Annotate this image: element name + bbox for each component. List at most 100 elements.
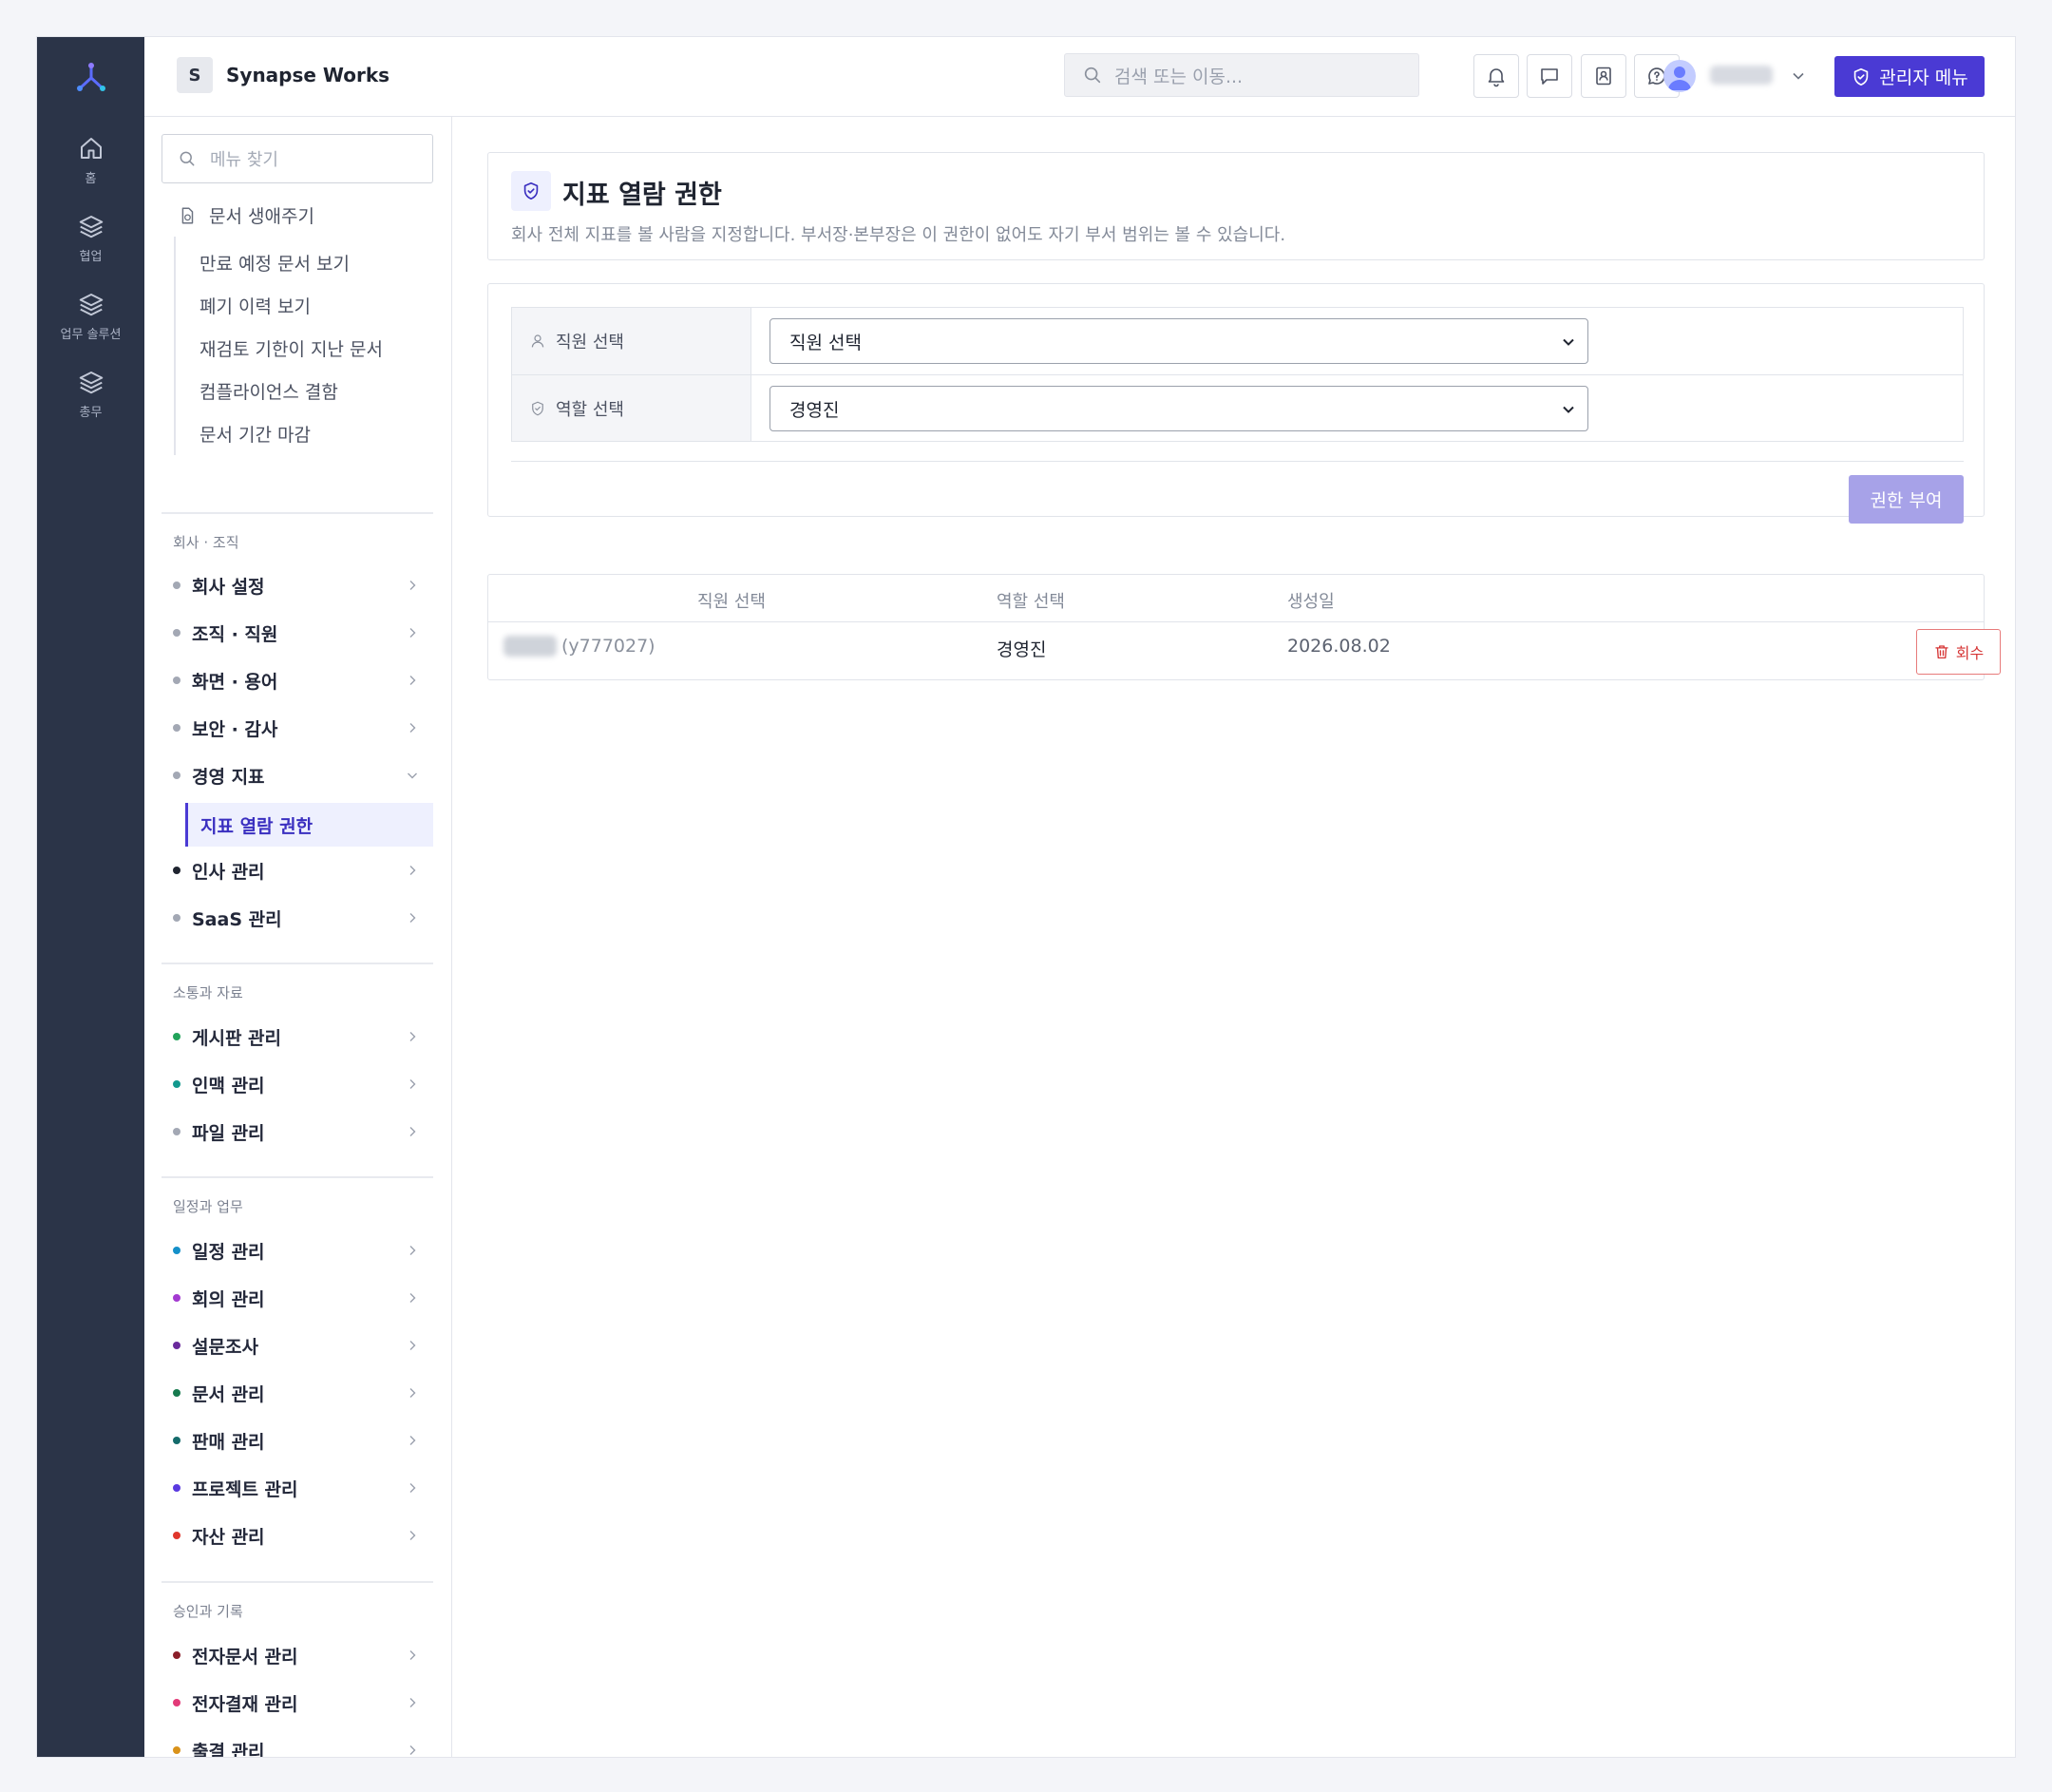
contacts-button[interactable]	[1581, 54, 1626, 98]
submenu-item-overdue-review[interactable]: 재검토 기한이 지난 문서	[200, 335, 383, 361]
user-avatar[interactable]	[1663, 60, 1696, 92]
menu-dot	[173, 1128, 180, 1135]
employee-name-redacted	[504, 636, 557, 657]
app-logo-icon[interactable]	[73, 60, 109, 96]
form-table: 직원 선택 직원 선택 역할 선택 경영진	[511, 307, 1964, 442]
messages-button[interactable]	[1527, 54, 1572, 98]
form-label-role: 역할 선택	[512, 375, 751, 441]
menu-label: 파일 관리	[192, 1122, 265, 1144]
menu-item-meeting-management[interactable]: 회의 관리	[162, 1276, 433, 1320]
notifications-button[interactable]	[1473, 54, 1519, 98]
admin-side-menu: 메뉴 찾기 문서 생애주기 만료 예정 문서 보기 폐기 이력 보기 재검토 기…	[144, 117, 452, 1757]
user-name-redacted[interactable]	[1710, 66, 1773, 85]
rail-label: 홈	[85, 172, 97, 186]
chevron-right-icon	[409, 866, 416, 875]
menu-item-edoc-management[interactable]: 전자문서 관리	[162, 1633, 433, 1677]
menu-item-survey[interactable]: 설문조사	[162, 1324, 433, 1367]
menu-item-board-management[interactable]: 게시판 관리	[162, 1015, 433, 1058]
menu-divider	[162, 1176, 433, 1178]
column-header-employee[interactable]: 직원 선택	[697, 588, 766, 613]
workspace-badge[interactable]: S	[177, 57, 213, 93]
menu-item-document-management[interactable]: 문서 관리	[162, 1371, 433, 1415]
section-title-communication: 소통과 자료	[173, 984, 243, 1001]
submenu-item-expiring-docs[interactable]: 만료 예정 문서 보기	[200, 250, 350, 276]
trash-icon	[1935, 645, 1948, 659]
form-label-text: 직원 선택	[556, 333, 624, 353]
app-window: 홈 협업 업무 솔루션 총무 S Synapse Works 검색 또는 이동.…	[36, 36, 2016, 1758]
menu-item-document-lifecycle[interactable]: 문서 생애주기	[177, 202, 314, 228]
menu-label: 판매 관리	[192, 1431, 265, 1453]
chevron-right-icon	[409, 1127, 416, 1136]
menu-item-screen-terms[interactable]: 화면 · 용어	[162, 658, 433, 702]
rail-item-home[interactable]: 홈	[37, 134, 144, 200]
rail-label: 업무 솔루션	[60, 328, 122, 342]
search-icon	[1084, 67, 1101, 84]
menu-label: 조직 · 직원	[192, 623, 278, 645]
rail-item-general-affairs[interactable]: 총무	[37, 368, 144, 434]
menu-label: 일정 관리	[192, 1241, 265, 1263]
menu-item-sales-management[interactable]: 판매 관리	[162, 1419, 433, 1462]
menu-item-company-settings[interactable]: 회사 설정	[162, 563, 433, 607]
role-select[interactable]: 경영진	[770, 386, 1588, 431]
menu-label: 문서 생애주기	[209, 206, 314, 227]
section-title-approval: 승인과 기록	[173, 1603, 243, 1620]
menu-dot	[173, 677, 180, 684]
menu-dot	[173, 1699, 180, 1706]
submenu-item-document-deadline[interactable]: 문서 기간 마감	[200, 421, 311, 447]
admin-menu-button[interactable]: 관리자 메뉴	[1834, 56, 1985, 97]
menu-item-eapproval-management[interactable]: 전자결재 관리	[162, 1681, 433, 1725]
column-header-role[interactable]: 역할 선택	[997, 588, 1065, 613]
chevron-right-icon	[409, 1483, 416, 1493]
chevron-down-icon[interactable]	[1789, 67, 1808, 86]
permission-table: 직원 선택 역할 선택 생성일 (y777027) 경영진 2026.08.02…	[487, 574, 2001, 680]
shield-check-icon	[511, 171, 551, 211]
menu-label: 화면 · 용어	[192, 671, 278, 693]
chevron-down-icon	[1563, 338, 1574, 346]
rail-item-collab[interactable]: 협업	[37, 212, 144, 278]
menu-label: 보안 · 감사	[192, 718, 278, 740]
chevron-right-icon	[409, 1531, 416, 1540]
grant-permission-button[interactable]: 권한 부여	[1849, 475, 1964, 524]
menu-item-security-audit[interactable]: 보안 · 감사	[162, 706, 433, 750]
submenu-item-metric-view-permission[interactable]: 지표 열람 권한	[185, 803, 433, 847]
menu-item-file-management[interactable]: 파일 관리	[162, 1110, 433, 1153]
layers-icon	[79, 294, 103, 316]
page-title: 지표 열람 권한	[562, 181, 722, 210]
menu-label: 지표 열람 권한	[200, 815, 314, 837]
menu-item-schedule-management[interactable]: 일정 관리	[162, 1229, 433, 1272]
menu-item-network-management[interactable]: 인맥 관리	[162, 1062, 433, 1106]
menu-dot	[173, 1033, 180, 1040]
table-header: 직원 선택 역할 선택 생성일	[488, 575, 1984, 622]
menu-label: 회사 설정	[192, 576, 265, 598]
chat-icon	[1541, 68, 1558, 85]
rail-label: 총무	[79, 406, 103, 420]
menu-search-input[interactable]: 메뉴 찾기	[162, 134, 433, 183]
menu-label: 회의 관리	[192, 1288, 265, 1310]
revoke-button[interactable]: 회수	[1916, 629, 2001, 675]
submenu-item-disposal-history[interactable]: 폐기 이력 보기	[200, 293, 311, 318]
layers-icon	[79, 216, 103, 238]
page-header-card: 지표 열람 권한 회사 전체 지표를 볼 사람을 지정합니다. 부서장·본부장은…	[487, 152, 1985, 260]
menu-dot	[173, 1389, 180, 1397]
menu-item-management-metrics[interactable]: 경영 지표	[162, 753, 433, 797]
menu-item-asset-management[interactable]: 자산 관리	[162, 1514, 433, 1557]
menu-item-hr-management[interactable]: 인사 관리	[162, 848, 433, 892]
menu-dot	[173, 1484, 180, 1492]
chevron-right-icon	[409, 1341, 416, 1350]
admin-menu-label: 관리자 메뉴	[1879, 67, 1968, 88]
menu-item-project-management[interactable]: 프로젝트 관리	[162, 1466, 433, 1510]
rail-item-solutions[interactable]: 업무 솔루션	[37, 290, 144, 356]
menu-item-attendance-management[interactable]: 출결 관리	[162, 1728, 433, 1757]
employee-select[interactable]: 직원 선택	[770, 318, 1588, 364]
menu-label: 프로젝트 관리	[192, 1478, 298, 1500]
global-search-input[interactable]: 검색 또는 이동...	[1064, 53, 1419, 97]
menu-dot	[173, 1342, 180, 1349]
menu-item-org-staff[interactable]: 조직 · 직원	[162, 611, 433, 655]
employee-id: (y777027)	[561, 636, 656, 657]
workspace-name[interactable]: Synapse Works	[226, 64, 390, 86]
column-header-created[interactable]: 생성일	[1287, 588, 1335, 613]
menu-item-saas-management[interactable]: SaaS 관리	[162, 896, 433, 940]
submenu-item-compliance-defects[interactable]: 컴플라이언스 결함	[200, 378, 338, 404]
menu-dot	[173, 772, 180, 779]
chevron-right-icon	[409, 1650, 416, 1660]
